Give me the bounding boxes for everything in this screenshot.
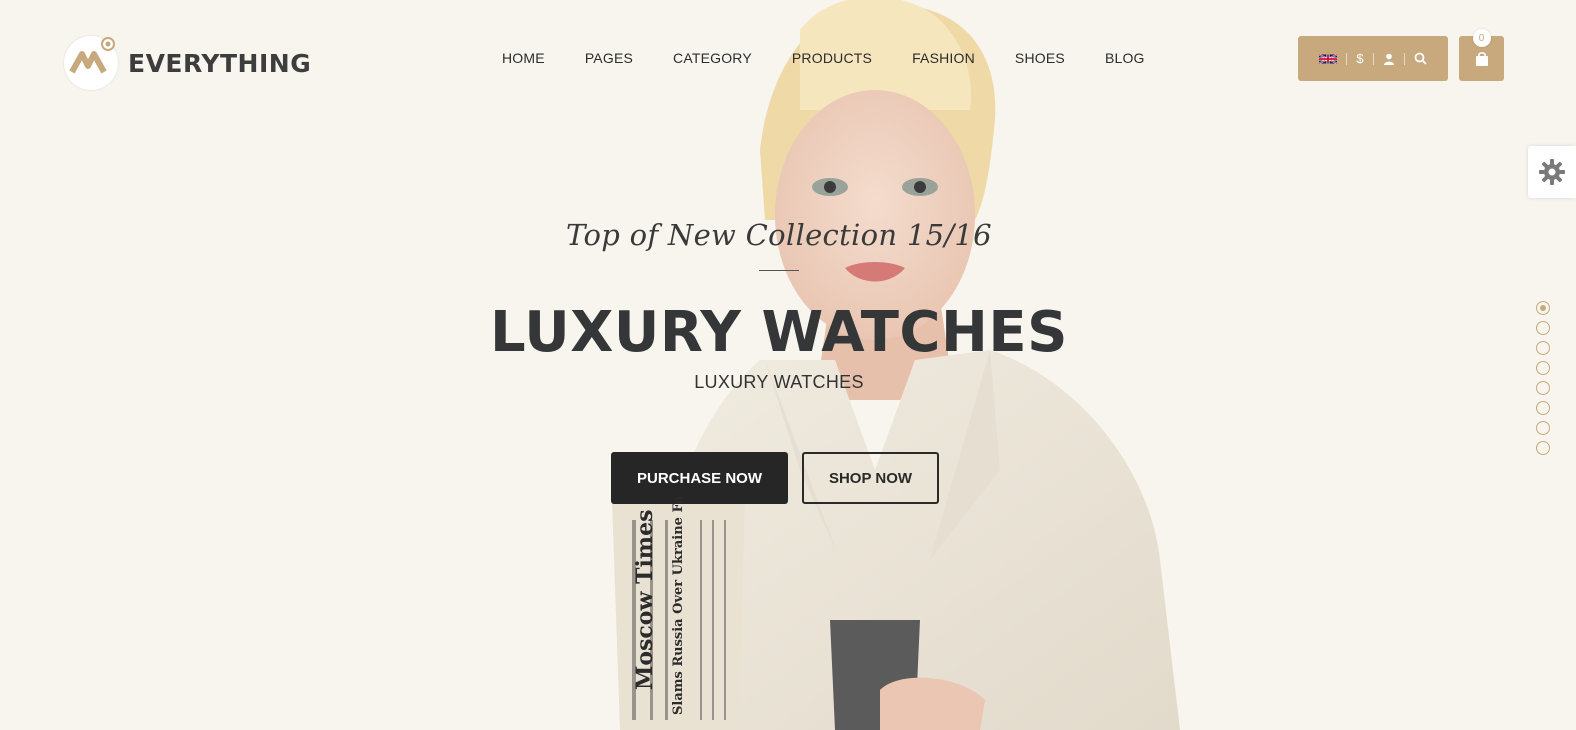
nav-item-category[interactable]: CATEGORY	[673, 50, 752, 66]
slide-dot-4[interactable]	[1536, 361, 1550, 375]
main-nav: HOME PAGES CATEGORY PRODUCTS FASHION SHO…	[502, 50, 1145, 66]
user-icon	[1383, 53, 1394, 65]
hero-caption: LUXURY WATCHES	[694, 372, 864, 392]
cart-button[interactable]: 0	[1459, 29, 1504, 81]
uk-flag-icon	[1319, 53, 1338, 64]
site-logo[interactable]: EVERYTHING	[64, 36, 311, 90]
nav-item-fashion[interactable]: FASHION	[912, 50, 975, 66]
purchase-now-button[interactable]: PURCHASE NOW	[611, 452, 788, 504]
slide-dot-1[interactable]	[1536, 301, 1550, 315]
language-selector[interactable]	[1310, 53, 1346, 65]
slide-dot-2[interactable]	[1536, 321, 1550, 335]
hero-title: LUXURY WATCHES	[490, 300, 1068, 365]
slide-dot-6[interactable]	[1536, 401, 1550, 415]
slide-dot-8[interactable]	[1536, 441, 1550, 455]
slider-pager	[1536, 301, 1550, 461]
slide-dot-5[interactable]	[1536, 381, 1550, 395]
hero-subtitle: Top of New Collection 15/16	[566, 218, 992, 252]
currency-selector[interactable]: $	[1347, 51, 1372, 66]
hero-divider	[759, 270, 799, 271]
utility-bar: $	[1298, 36, 1448, 81]
account-button[interactable]	[1374, 53, 1404, 65]
shopping-bag-icon	[1475, 51, 1488, 66]
slide-dot-3[interactable]	[1536, 341, 1550, 355]
m-logo-icon	[64, 36, 118, 90]
nav-item-pages[interactable]: PAGES	[585, 50, 633, 66]
search-icon	[1414, 52, 1427, 65]
nav-item-products[interactable]: PRODUCTS	[792, 50, 872, 66]
shop-now-button[interactable]: SHOP NOW	[802, 452, 939, 504]
nav-item-blog[interactable]: BLOG	[1105, 50, 1145, 66]
newspaper-headline: Slams Russia Over Ukraine Fa	[671, 495, 686, 715]
newspaper-text: Moscow Times Slams Russia Over Ukraine F…	[632, 495, 686, 715]
brand-name: EVERYTHING	[128, 48, 312, 78]
nav-item-home[interactable]: HOME	[502, 50, 545, 66]
newspaper-masthead: Moscow Times	[632, 510, 658, 690]
nav-item-shoes[interactable]: SHOES	[1015, 50, 1065, 66]
gear-icon	[1539, 159, 1565, 185]
slide-dot-7[interactable]	[1536, 421, 1550, 435]
settings-panel-toggle[interactable]	[1528, 146, 1576, 198]
search-button[interactable]	[1405, 52, 1436, 65]
hero-model-image	[612, 0, 1180, 730]
cart-count-badge: 0	[1472, 29, 1491, 47]
